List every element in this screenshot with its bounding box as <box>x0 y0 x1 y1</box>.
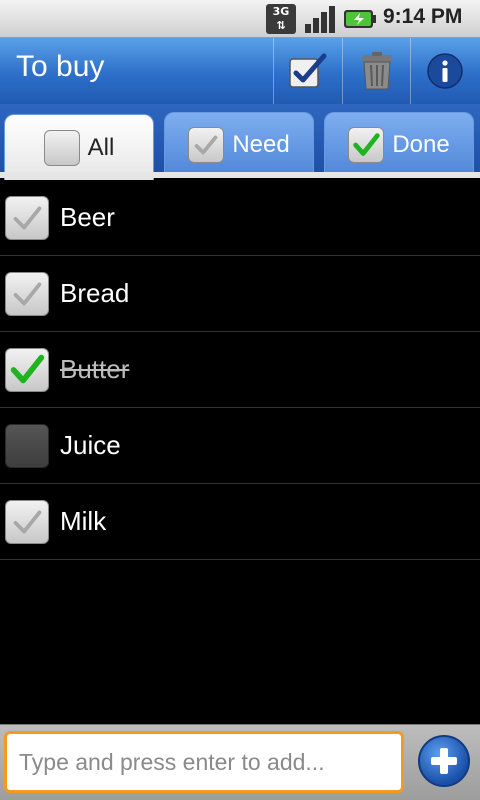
item-label: Beer <box>60 202 115 232</box>
check-all-button[interactable] <box>274 38 342 104</box>
empty-checkbox-icon <box>43 129 80 166</box>
battery-charging-icon <box>344 10 376 28</box>
list-item[interactable]: Milk <box>0 484 480 560</box>
item-checkbox[interactable] <box>5 347 49 392</box>
item-checkbox[interactable] <box>5 195 49 240</box>
tab-need[interactable]: Need <box>164 112 314 176</box>
check-all-icon <box>289 53 327 88</box>
list-item[interactable]: Beer <box>0 180 480 256</box>
signal-icon <box>305 6 335 33</box>
list-item[interactable]: Butter <box>0 332 480 408</box>
plus-icon <box>431 748 457 774</box>
tab-done[interactable]: Done <box>324 112 474 176</box>
item-checkbox[interactable] <box>5 271 49 316</box>
tab-label: All <box>87 133 115 161</box>
shopping-list: Beer Bread Butter Juice Milk <box>0 180 480 560</box>
delete-button[interactable] <box>343 38 411 104</box>
item-label: Butter <box>60 354 130 384</box>
tab-underline <box>0 172 480 178</box>
gray-check-icon <box>188 126 225 163</box>
info-button[interactable] <box>411 38 479 104</box>
item-checkbox[interactable] <box>5 499 49 544</box>
green-check-icon <box>348 126 385 163</box>
network-3g-icon: 3G ⇅ <box>266 4 296 34</box>
tab-label: Done <box>392 130 450 158</box>
add-item-button[interactable] <box>418 735 470 787</box>
filter-tabs: All Need Done <box>0 104 480 180</box>
add-item-bar <box>0 724 480 800</box>
tab-all[interactable]: All <box>4 114 154 180</box>
item-label: Juice <box>60 430 121 460</box>
status-bar: 3G ⇅ 9:14 PM <box>0 0 480 38</box>
trash-icon <box>362 52 392 90</box>
item-label: Milk <box>60 506 107 536</box>
page-title: To buy <box>16 50 105 83</box>
item-label: Bread <box>60 278 130 308</box>
status-time: 9:14 PM <box>383 5 463 28</box>
list-item[interactable]: Juice <box>0 408 480 484</box>
item-checkbox[interactable] <box>5 423 49 468</box>
tab-label: Need <box>232 130 290 158</box>
info-icon <box>427 53 463 89</box>
title-bar: To buy <box>0 38 480 104</box>
list-item[interactable]: Bread <box>0 256 480 332</box>
add-item-input[interactable] <box>4 731 404 793</box>
